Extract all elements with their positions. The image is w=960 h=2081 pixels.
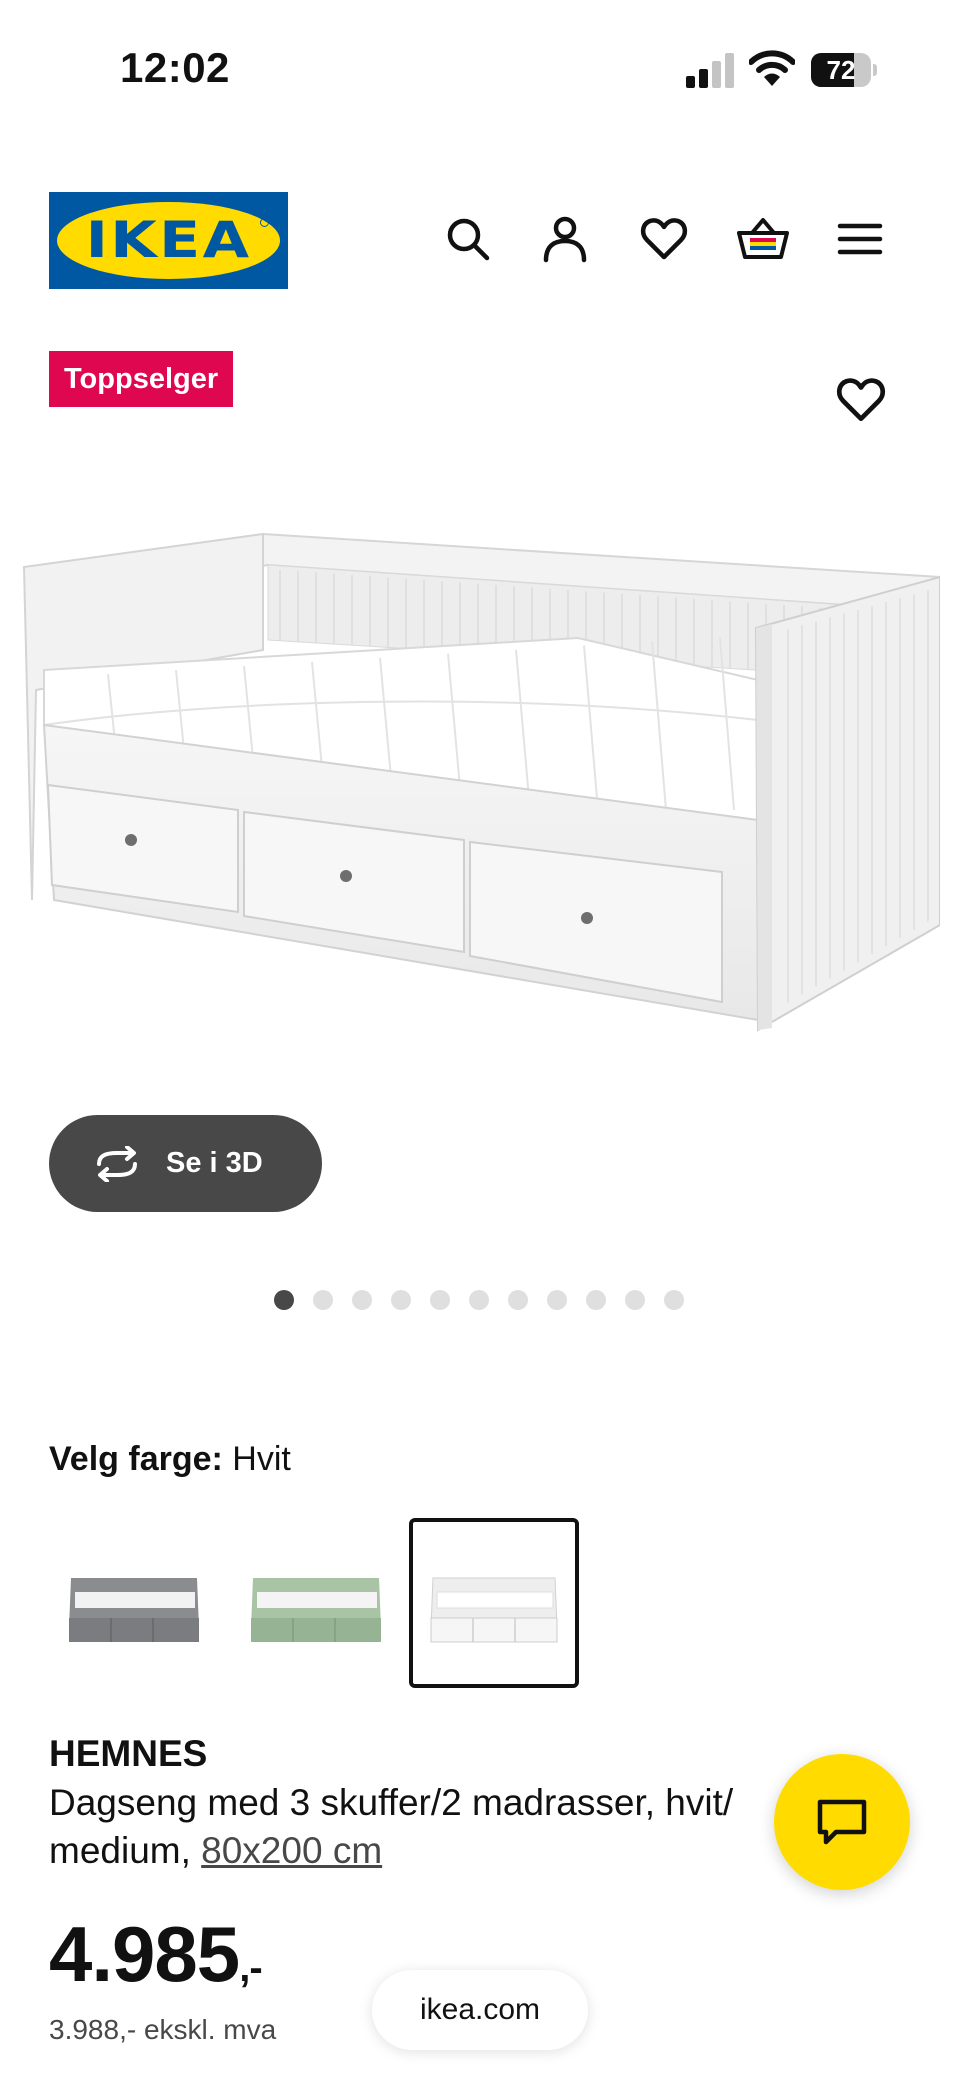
carousel-dot[interactable]: [352, 1290, 372, 1310]
color-swatch-green[interactable]: [231, 1518, 401, 1688]
menu-icon[interactable]: [836, 215, 884, 263]
product-description-line2: medium,: [49, 1830, 202, 1871]
selected-color: Hvit: [232, 1440, 291, 1478]
logo-text: IKEA: [85, 211, 252, 269]
battery-icon: 72: [811, 53, 877, 87]
carousel-dot[interactable]: [469, 1290, 489, 1310]
size-link[interactable]: 80x200 cm: [201, 1830, 382, 1871]
carousel-dot[interactable]: [586, 1290, 606, 1310]
carousel-dot[interactable]: [391, 1290, 411, 1310]
view-in-3d-button[interactable]: Se i 3D: [49, 1115, 322, 1212]
carousel-dot[interactable]: [508, 1290, 528, 1310]
price-suffix: ,-: [239, 1946, 262, 1990]
search-icon[interactable]: [444, 215, 492, 263]
cellular-signal-icon: [686, 52, 736, 88]
basket-icon[interactable]: [736, 215, 790, 263]
price-value: 4.985: [49, 1910, 240, 1998]
account-icon[interactable]: [541, 215, 589, 263]
image-carousel-dots: [274, 1290, 694, 1312]
heart-icon[interactable]: [640, 215, 688, 263]
browser-url-bar[interactable]: ikea.com: [372, 1970, 588, 2050]
carousel-dot[interactable]: [430, 1290, 450, 1310]
view-in-3d-label: Se i 3D: [166, 1147, 263, 1179]
battery-percent: 72: [826, 55, 856, 85]
ikea-logo[interactable]: IKEA: [49, 192, 288, 289]
product-description: Dagseng med 3 skuffer/2 madrasser, hvit/…: [49, 1779, 809, 1875]
color-swatch-grey[interactable]: [49, 1518, 219, 1688]
carousel-dot[interactable]: [664, 1290, 684, 1310]
product-name: HEMNES: [49, 1733, 208, 1774]
site-header: IKEA: [0, 192, 960, 292]
product-description-line1: Dagseng med 3 skuffer/2 madrasser, hvit/: [49, 1782, 734, 1823]
status-time: 12:02: [120, 44, 230, 91]
wifi-icon: [748, 50, 796, 88]
topseller-badge: Toppselger: [49, 351, 234, 407]
chat-button[interactable]: [774, 1754, 910, 1890]
price-excl-vat: 3.988,- ekskl. mva: [49, 2014, 277, 2045]
color-label: Velg farge:: [49, 1440, 223, 1478]
carousel-dot[interactable]: [547, 1290, 567, 1310]
add-to-favourites-heart-icon[interactable]: [836, 375, 886, 425]
color-swatch-white-selected[interactable]: [409, 1518, 579, 1688]
chat-icon: [817, 1799, 867, 1845]
rotate-icon: [97, 1146, 137, 1182]
carousel-dot[interactable]: [313, 1290, 333, 1310]
carousel-dot[interactable]: [274, 1290, 294, 1310]
product-price: 4.985,-: [49, 1910, 263, 2010]
product-image[interactable]: [18, 520, 942, 1040]
color-picker-label: Velg farge: Hvit: [49, 1440, 291, 1479]
carousel-dot[interactable]: [625, 1290, 645, 1310]
status-bar: 12:02 72: [0, 0, 960, 140]
